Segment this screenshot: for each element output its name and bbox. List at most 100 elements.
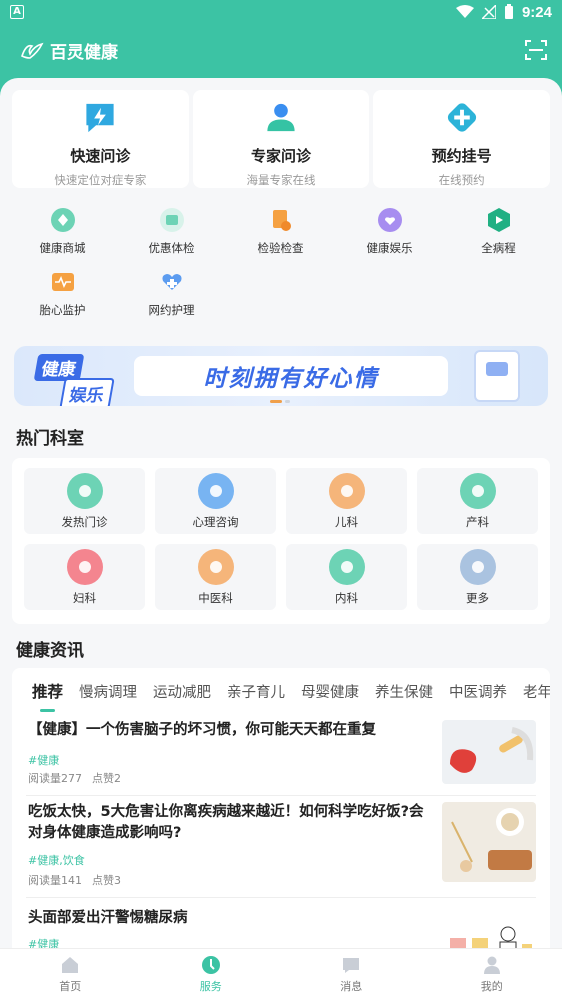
grid-label: 检验检查 bbox=[257, 241, 304, 255]
grid-item-nursing[interactable]: 网约护理 bbox=[117, 268, 226, 330]
tab-4[interactable]: 母婴健康 bbox=[301, 681, 359, 702]
service-icon bbox=[201, 956, 220, 974]
nav-profile[interactable]: 我的 bbox=[422, 949, 562, 1000]
user-icon bbox=[483, 956, 500, 974]
medical-cross-icon bbox=[447, 103, 476, 132]
banner-tag-health: 健康 bbox=[33, 354, 85, 381]
tab-1[interactable]: 慢病调理 bbox=[79, 681, 137, 702]
article-title: 【健康】一个伤害脑子的坏习惯，你可能天天都在重复 bbox=[28, 722, 376, 738]
news-tabs: 推荐 慢病调理 运动减肥 亲子育儿 母婴健康 养生保健 中医调养 老年 bbox=[12, 668, 550, 714]
department-item[interactable]: 妇科 bbox=[24, 544, 145, 610]
no-signal-icon bbox=[481, 5, 496, 19]
department-label: 内科 bbox=[335, 590, 358, 605]
expert-consult-title: 专家问诊 bbox=[251, 147, 312, 165]
department-label: 产科 bbox=[466, 514, 489, 529]
grid-label: 健康娱乐 bbox=[366, 241, 413, 255]
shop-icon bbox=[50, 208, 75, 232]
content-sheet: 快速问诊 快速定位对症专家 专家问诊 海量专家在线 预约挂号 在线预约 健康商城… bbox=[0, 78, 562, 948]
leaf-icon bbox=[197, 548, 234, 585]
tab-6[interactable]: 中医调养 bbox=[449, 681, 507, 702]
home-icon bbox=[62, 957, 79, 973]
app-title: 百灵健康 bbox=[50, 42, 118, 63]
grid-label: 优惠体检 bbox=[148, 241, 195, 255]
nav-label: 服务 bbox=[199, 980, 222, 993]
brand: 百灵健康 bbox=[20, 38, 118, 63]
article-title: 吃饭太快，5大危害让你离疾病越来越近！如何科学吃好饭?会对身体健康造成影响吗? bbox=[28, 804, 424, 841]
department-item[interactable]: 更多 bbox=[417, 544, 538, 610]
departments-title: 热门科室 bbox=[16, 429, 84, 449]
tab-7[interactable]: 老年 bbox=[523, 681, 550, 702]
lark-logo-icon bbox=[21, 42, 44, 59]
article-tag: #健康 bbox=[28, 938, 60, 948]
battery-icon bbox=[504, 4, 513, 19]
news-title: 健康资讯 bbox=[16, 641, 84, 661]
article-item[interactable]: 吃饭太快，5大危害让你离疾病越来越近！如何科学吃好饭?会对身体健康造成影响吗? … bbox=[26, 802, 536, 898]
grid-item-lab-test[interactable]: 检验检查 bbox=[226, 206, 335, 268]
news-panel: 推荐 慢病调理 运动减肥 亲子育儿 母婴健康 养生保健 中医调养 老年 【健康】一个伤害脑子的… bbox=[12, 668, 550, 948]
tab-5[interactable]: 养生保健 bbox=[375, 681, 433, 702]
grid-label: 网约护理 bbox=[148, 303, 195, 317]
department-item[interactable]: 发热门诊 bbox=[24, 468, 145, 534]
checkup-icon bbox=[159, 208, 184, 232]
heart-bag-icon bbox=[377, 208, 402, 232]
article-reads: 阅读量277 bbox=[28, 772, 82, 785]
more-grid-icon bbox=[459, 548, 496, 585]
primary-services: 快速问诊 快速定位对症专家 专家问诊 海量专家在线 预约挂号 在线预约 bbox=[12, 90, 551, 188]
department-label: 妇科 bbox=[73, 590, 96, 605]
bottom-nav: 首页 服务 消息 我的 bbox=[0, 948, 562, 1000]
woman-icon bbox=[66, 548, 103, 585]
wifi-icon bbox=[455, 5, 474, 18]
app-bar: 百灵健康 bbox=[0, 24, 562, 76]
scan-icon[interactable] bbox=[524, 38, 548, 62]
grid-item-health-mall[interactable]: 健康商城 bbox=[8, 206, 117, 268]
article-thumbnail bbox=[442, 720, 536, 784]
notification-indicator: A bbox=[10, 5, 24, 19]
nav-label: 消息 bbox=[340, 980, 363, 993]
grid-label: 胎心监护 bbox=[39, 303, 86, 317]
department-item[interactable]: 产科 bbox=[417, 468, 538, 534]
department-item[interactable]: 内科 bbox=[286, 544, 407, 610]
department-item[interactable]: 心理咨询 bbox=[155, 468, 276, 534]
tab-0[interactable]: 推荐 bbox=[32, 680, 63, 712]
quick-consult-card[interactable]: 快速问诊 快速定位对症专家 bbox=[12, 90, 189, 188]
service-grid: 健康商城 优惠体检 检验检查 健康娱乐 全病程 胎心监护 网约护理 bbox=[8, 206, 554, 330]
article-thumbnail bbox=[442, 924, 536, 948]
article-tag: #健康,饮食 bbox=[28, 854, 85, 867]
department-item[interactable]: 儿科 bbox=[286, 468, 407, 534]
department-label: 心理咨询 bbox=[192, 514, 239, 529]
grid-label: 健康商城 bbox=[39, 241, 86, 255]
promo-banner[interactable]: 健康 娱乐 时刻拥有好心情 bbox=[14, 346, 548, 406]
message-icon bbox=[343, 958, 360, 973]
grid-item-entertainment[interactable]: 健康娱乐 bbox=[335, 206, 444, 268]
expert-consult-card[interactable]: 专家问诊 海量专家在线 bbox=[192, 90, 370, 188]
appointment-card[interactable]: 预约挂号 在线预约 bbox=[373, 90, 551, 188]
nav-home[interactable]: 首页 bbox=[0, 949, 141, 1000]
grid-item-checkup[interactable]: 优惠体检 bbox=[117, 206, 226, 268]
article-item[interactable]: 头面部爱出汗警惕糖尿病 #健康 bbox=[26, 904, 536, 948]
banner-pagination bbox=[270, 400, 290, 403]
article-item[interactable]: 【健康】一个伤害脑子的坏习惯，你可能天天都在重复 #健康 阅读量277 点赞2 bbox=[26, 720, 536, 796]
department-label: 儿科 bbox=[335, 514, 358, 529]
grid-item-fetal-monitor[interactable]: 胎心监护 bbox=[8, 268, 117, 330]
tab-2[interactable]: 运动减肥 bbox=[153, 681, 211, 702]
chat-heart-icon bbox=[197, 472, 234, 509]
care-hands-icon bbox=[162, 274, 181, 290]
appointment-subtitle: 在线预约 bbox=[438, 173, 485, 187]
tab-3[interactable]: 亲子育儿 bbox=[227, 681, 285, 702]
quick-consult-title: 快速问诊 bbox=[70, 147, 131, 165]
status-time: 9:24 bbox=[521, 3, 552, 21]
nav-service[interactable]: 服务 bbox=[141, 949, 282, 1000]
milk-bottle-icon bbox=[459, 472, 496, 509]
article-title: 头面部爱出汗警惕糖尿病 bbox=[28, 910, 188, 926]
clipboard-icon bbox=[272, 210, 291, 231]
nav-messages[interactable]: 消息 bbox=[281, 949, 422, 1000]
lightning-chat-icon bbox=[86, 103, 114, 133]
grid-item-full-course[interactable]: 全病程 bbox=[444, 206, 553, 268]
appointment-title: 预约挂号 bbox=[431, 147, 492, 165]
article-thumbnail bbox=[442, 802, 536, 882]
article-likes: 点赞2 bbox=[92, 772, 121, 785]
status-bar: A 9:24 bbox=[0, 0, 562, 24]
departments-panel: 发热门诊 心理咨询 儿科 产科妇科 中医科 内科 更多 bbox=[12, 458, 550, 624]
baby-icon bbox=[328, 472, 365, 509]
department-item[interactable]: 中医科 bbox=[155, 544, 276, 610]
